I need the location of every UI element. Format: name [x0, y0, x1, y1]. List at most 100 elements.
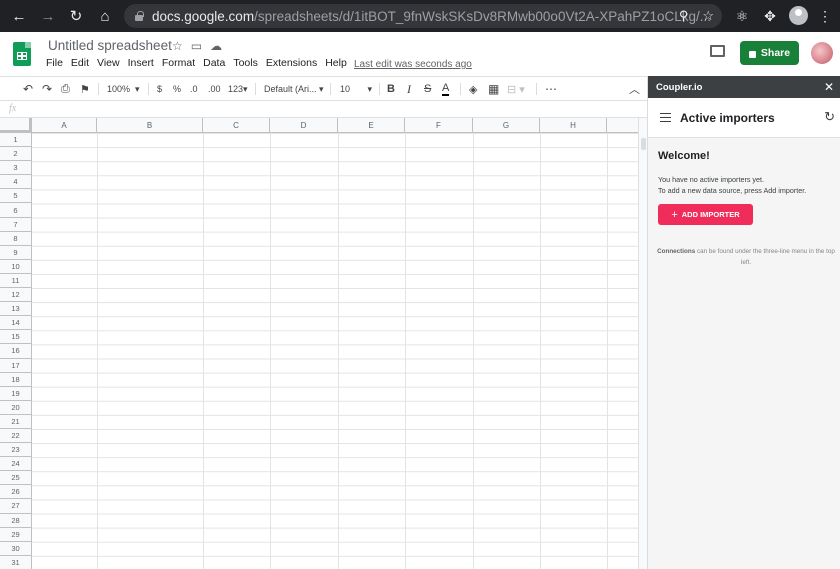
fill-color-icon[interactable]: ◈: [469, 81, 477, 97]
move-folder-icon[interactable]: ▭: [191, 39, 202, 53]
row-header[interactable]: 9: [0, 245, 32, 260]
vertical-scrollbar[interactable]: [638, 118, 647, 569]
column-header-a[interactable]: A: [32, 118, 97, 133]
row-header[interactable]: 29: [0, 527, 32, 542]
row-header[interactable]: 20: [0, 400, 32, 415]
chrome-menu-icon[interactable]: ⋮: [814, 0, 836, 32]
forward-arrow-icon[interactable]: →: [35, 0, 61, 32]
row-header[interactable]: 13: [0, 302, 32, 317]
menu-extensions[interactable]: Extensions: [266, 57, 317, 69]
row-header[interactable]: 4: [0, 175, 32, 190]
zoom-search-icon[interactable]: ⚲: [679, 8, 689, 24]
menu-help[interactable]: Help: [325, 57, 347, 69]
column-header-c[interactable]: C: [203, 118, 270, 133]
close-icon[interactable]: ✕: [824, 80, 834, 94]
number-format-select[interactable]: 123 ▾: [228, 81, 248, 97]
column-header-f[interactable]: F: [405, 118, 473, 133]
redo-icon[interactable]: ↷: [42, 81, 52, 97]
menu-file[interactable]: File: [46, 57, 63, 69]
reload-icon[interactable]: ↻: [63, 0, 89, 32]
menu-data[interactable]: Data: [203, 57, 225, 69]
address-bar[interactable]: docs.google.com /spreadsheets/d/1itBOT_9…: [124, 4, 722, 28]
row-header[interactable]: 16: [0, 344, 32, 359]
row-header[interactable]: 22: [0, 428, 32, 444]
profile-avatar[interactable]: [789, 6, 808, 25]
undo-icon[interactable]: ↶: [23, 81, 33, 97]
more-options-icon[interactable]: ⋯: [545, 81, 557, 97]
row-header[interactable]: 8: [0, 231, 32, 246]
row-header[interactable]: 23: [0, 443, 32, 458]
row-header[interactable]: 17: [0, 358, 32, 373]
react-extension-icon[interactable]: ⚛: [731, 0, 753, 32]
column-header-d[interactable]: D: [270, 118, 338, 133]
row-header[interactable]: 14: [0, 316, 32, 331]
sheets-logo-icon[interactable]: [13, 42, 31, 66]
add-importer-button[interactable]: + ADD IMPORTER: [658, 204, 753, 225]
zoom-select[interactable]: 100% ▾: [107, 81, 140, 97]
row-header[interactable]: 7: [0, 217, 32, 232]
row-header[interactable]: 3: [0, 161, 32, 176]
row-header[interactable]: 31: [0, 555, 32, 569]
row-header[interactable]: 26: [0, 485, 32, 500]
bookmark-star-icon[interactable]: ☆: [702, 8, 714, 24]
last-edit-link[interactable]: Last edit was seconds ago: [354, 59, 472, 70]
back-arrow-icon[interactable]: ←: [6, 0, 32, 32]
column-header-b[interactable]: B: [97, 118, 203, 133]
menu-view[interactable]: View: [97, 57, 120, 69]
merge-cells-icon[interactable]: ⊟ ▾: [507, 81, 525, 97]
home-icon[interactable]: ⌂: [92, 0, 118, 32]
refresh-icon[interactable]: ↻: [824, 109, 835, 125]
column-header-e[interactable]: E: [338, 118, 405, 133]
row-header[interactable]: 5: [0, 189, 32, 204]
collapse-toolbar-icon[interactable]: ︿: [629, 81, 640, 97]
row-header[interactable]: 25: [0, 471, 32, 486]
user-avatar[interactable]: [811, 42, 833, 64]
row-header[interactable]: 30: [0, 541, 32, 556]
row-header[interactable]: 1: [0, 133, 32, 148]
share-button[interactable]: Share: [740, 41, 799, 65]
row-header[interactable]: 15: [0, 330, 32, 345]
row-header[interactable]: 18: [0, 372, 32, 387]
row-header[interactable]: 21: [0, 414, 32, 429]
cell-area[interactable]: [32, 133, 638, 569]
italic-button[interactable]: I: [407, 81, 411, 97]
decrease-decimal-button[interactable]: .0: [190, 81, 198, 97]
menu-tools[interactable]: Tools: [233, 57, 258, 69]
sidebar-app-name: Coupler.io: [656, 81, 703, 93]
borders-icon[interactable]: ▦: [488, 81, 499, 97]
strikethrough-button[interactable]: S: [424, 81, 431, 97]
formula-bar[interactable]: fx: [0, 100, 647, 118]
star-icon[interactable]: ☆: [172, 39, 183, 53]
document-title[interactable]: Untitled spreadsheet: [48, 38, 172, 53]
row-header[interactable]: 6: [0, 203, 32, 218]
row-header[interactable]: 27: [0, 499, 32, 514]
column-header-g[interactable]: G: [473, 118, 540, 133]
menu-edit[interactable]: Edit: [71, 57, 89, 69]
currency-format-button[interactable]: $: [157, 81, 162, 97]
menu-format[interactable]: Format: [162, 57, 195, 69]
font-size-select[interactable]: 10 ▾: [340, 81, 372, 97]
cloud-status-icon[interactable]: ☁: [210, 39, 222, 53]
text-color-button[interactable]: A: [442, 81, 450, 97]
print-icon[interactable]: ⎙: [61, 81, 70, 97]
paint-format-icon[interactable]: ⚑: [80, 81, 90, 97]
spreadsheet-grid[interactable]: A B C D E F G H 1 2 3 4 5 6 7 8 9 10 11 12 13 14 15 16 1…: [0, 118, 647, 569]
row-header[interactable]: 28: [0, 513, 32, 528]
font-select[interactable]: Default (Ari... ▾: [264, 81, 324, 97]
extensions-puzzle-icon[interactable]: ✥: [759, 0, 781, 32]
row-header[interactable]: 24: [0, 457, 32, 472]
hamburger-menu-icon[interactable]: [660, 113, 671, 122]
column-header-h[interactable]: H: [540, 118, 607, 133]
bold-button[interactable]: B: [387, 81, 395, 97]
select-all-corner[interactable]: [0, 118, 32, 133]
row-header[interactable]: 10: [0, 259, 32, 274]
percent-format-button[interactable]: %: [173, 81, 181, 97]
scrollbar-thumb[interactable]: [641, 138, 646, 150]
row-header[interactable]: 12: [0, 288, 32, 303]
row-header[interactable]: 2: [0, 147, 32, 162]
row-header[interactable]: 11: [0, 273, 32, 289]
increase-decimal-button[interactable]: .00: [208, 81, 221, 97]
menu-insert[interactable]: Insert: [128, 57, 154, 69]
comment-history-icon[interactable]: [710, 45, 725, 57]
row-header[interactable]: 19: [0, 386, 32, 401]
